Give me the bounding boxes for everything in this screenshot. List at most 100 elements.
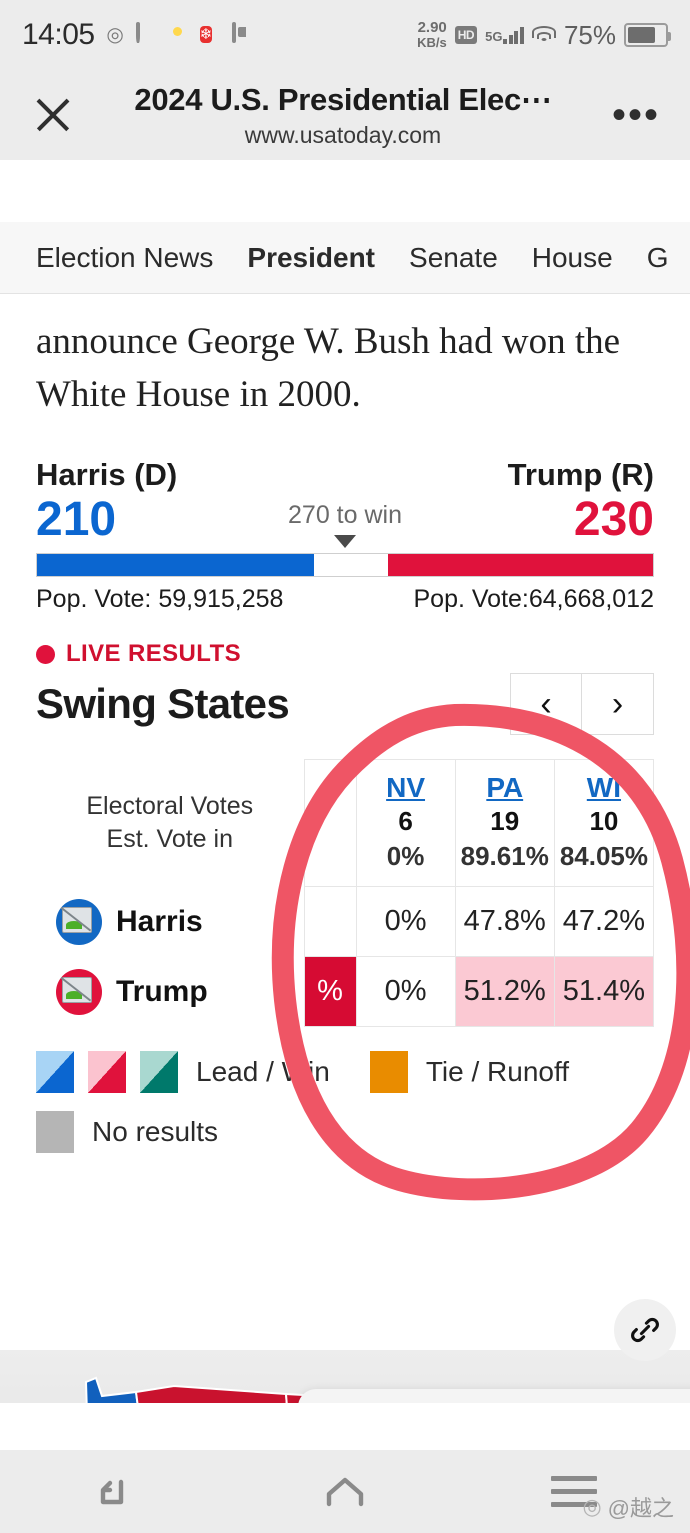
hd-badge: HD — [454, 26, 478, 44]
trump-electoral-votes: 230 — [573, 493, 654, 547]
link-icon — [631, 1317, 659, 1343]
browser-header: 2024 U.S. Presidential Elec⋯ www.usatoda… — [0, 70, 690, 160]
legend-label-lead-win: Lead / Win — [196, 1056, 330, 1088]
tab-senate[interactable]: Senate — [409, 242, 498, 274]
page-title: 2024 U.S. Presidential Elec⋯ — [134, 81, 552, 117]
network-speed: 2.90 KB/s — [417, 19, 447, 50]
status-bar: 14:05 ◎ ❄ 2.90 KB/s HD 5G 75% — [0, 0, 690, 70]
tab-president[interactable]: President — [247, 242, 375, 274]
table-row-header: Electoral Votes Est. Vote in — [36, 760, 304, 887]
app-box-icon — [231, 21, 255, 47]
wifi-icon — [531, 26, 556, 44]
harris-cell-wi: 47.2% — [553, 886, 655, 958]
legend-swatch-republican — [88, 1051, 126, 1094]
state-reporting-pa: 89.61% — [460, 841, 549, 872]
more-options-icon[interactable]: ••• — [610, 95, 660, 135]
page-top-gap — [0, 160, 690, 222]
swing-states-header: Swing States ‹ › — [36, 673, 654, 736]
signal-icon: 5G — [485, 26, 524, 44]
share-link-button[interactable] — [614, 1299, 676, 1361]
legend-label-no-results: No results — [92, 1116, 219, 1148]
prev-arrow-icon[interactable]: ‹ — [510, 673, 582, 736]
page-url[interactable]: www.usatoday.com — [82, 122, 604, 149]
trump-summary: Trump (R) 230 — [508, 457, 654, 545]
legend-swatch-no-results — [36, 1111, 74, 1154]
close-icon[interactable] — [30, 92, 76, 138]
trump-cell-wi: 51.4% — [553, 956, 655, 1028]
legend-row-primary: Lead / Win Tie / Runoff — [36, 1051, 654, 1094]
avatar — [56, 898, 102, 945]
android-nav-bar: ◎ @越之 — [0, 1450, 690, 1533]
watermark: ◎ @越之 — [582, 1491, 674, 1523]
app-flower-icon: ❄ — [199, 25, 213, 43]
state-column-nv: NV 6 0% — [355, 759, 456, 888]
legend-swatch-democrat — [36, 1051, 74, 1094]
battery-icon — [624, 23, 671, 47]
avatar — [56, 968, 102, 1015]
table-header-row: Electoral Votes Est. Vote in NV 6 0% PA … — [36, 759, 655, 888]
harris-cell-nv: 0% — [355, 886, 456, 958]
weibo-icon: ◎ — [106, 23, 124, 46]
live-results-badge: LIVE RESULTS — [36, 640, 654, 668]
swing-states-title: Swing States — [36, 680, 290, 728]
legend-label-tie-runoff: Tie / Runoff — [425, 1056, 570, 1088]
home-icon[interactable] — [321, 1468, 369, 1516]
battery-percent: 75% — [563, 19, 616, 50]
to-win-arrow-icon — [334, 535, 356, 549]
harris-popular-vote: Pop. Vote: 59,915,258 — [36, 585, 284, 614]
est-vote-in-label: Est. Vote in — [106, 825, 233, 854]
state-abbr-nv[interactable]: NV — [361, 772, 451, 804]
weibo-logo-icon: ◎ — [582, 1494, 602, 1519]
electoral-progress-bar — [36, 553, 654, 578]
trump-name: Trump (R) — [507, 457, 654, 493]
live-dot-icon — [36, 644, 55, 664]
status-bar-right: 2.90 KB/s HD 5G 75% — [417, 19, 671, 51]
trump-row-name: Trump — [116, 974, 208, 1008]
status-bar-left: 14:05 ◎ ❄ — [22, 18, 287, 52]
live-results-label: LIVE RESULTS — [66, 640, 242, 668]
swing-states-table: Electoral Votes Est. Vote in NV 6 0% PA … — [36, 759, 655, 1028]
trump-popular-vote: Pop. Vote:64,668,012 — [413, 585, 655, 614]
harris-name: Harris (D) — [36, 457, 178, 493]
state-abbr-wi[interactable]: WI — [559, 772, 649, 804]
progress-bar-democrat — [37, 554, 315, 577]
map-legend: Lead / Win Tie / Runoff No results — [0, 1027, 690, 1154]
harris-electoral-votes: 210 — [36, 493, 117, 547]
state-ev-wi: 10 — [589, 806, 619, 837]
state-abbr-pa[interactable]: PA — [460, 772, 550, 804]
browser-title-block: 2024 U.S. Presidential Elec⋯ www.usatoda… — [76, 82, 610, 149]
status-time: 14:05 — [22, 18, 95, 51]
harris-cell-hidden — [303, 886, 357, 958]
trump-row-label: Trump — [36, 957, 304, 1027]
legend-swatch-tie — [369, 1051, 408, 1094]
progress-bar-republican — [388, 554, 653, 577]
state-ev-pa: 19 — [490, 806, 520, 837]
swing-states-section: LIVE RESULTS Swing States ‹ › Electoral … — [0, 614, 690, 1028]
harris-row-label: Harris — [36, 887, 304, 957]
state-column-hidden[interactable] — [303, 759, 357, 888]
legend-swatch-independent — [140, 1051, 178, 1094]
harris-row-name: Harris — [116, 904, 203, 938]
table-row: Harris 0% 47.8% 47.2% — [36, 886, 655, 958]
qr-icon — [264, 24, 287, 47]
trump-cell-hidden: % — [303, 956, 357, 1028]
table-row: Trump % 0% 51.2% 51.4% — [36, 956, 655, 1028]
state-column-wi: WI 10 84.05% — [553, 759, 655, 888]
watermark-text: @越之 — [607, 1496, 674, 1521]
back-icon[interactable] — [91, 1468, 139, 1516]
to-win-label: 270 to win — [288, 501, 402, 530]
election-summary: Harris (D) 210 270 to win Trump (R) 230 … — [0, 421, 690, 614]
summary-top-row: Harris (D) 210 270 to win Trump (R) 230 — [36, 457, 654, 549]
article-paragraph: announce George W. Bush had won the Whit… — [36, 321, 621, 415]
tab-election-news[interactable]: Election News — [36, 242, 213, 274]
electoral-votes-label: Electoral Votes — [86, 791, 254, 820]
progress-bar-remaining — [314, 554, 388, 576]
to-win-marker: 270 to win — [288, 501, 402, 549]
shield-icon — [135, 21, 159, 47]
tab-house[interactable]: House — [532, 242, 613, 274]
state-column-pa: PA 19 89.61% — [454, 759, 555, 888]
tab-governor[interactable]: G — [647, 242, 669, 274]
trump-cell-nv: 0% — [355, 956, 456, 1028]
save-page-as-image-button[interactable]: 保存整页为图片 > — [298, 1389, 690, 1403]
next-arrow-icon[interactable]: › — [582, 673, 654, 736]
